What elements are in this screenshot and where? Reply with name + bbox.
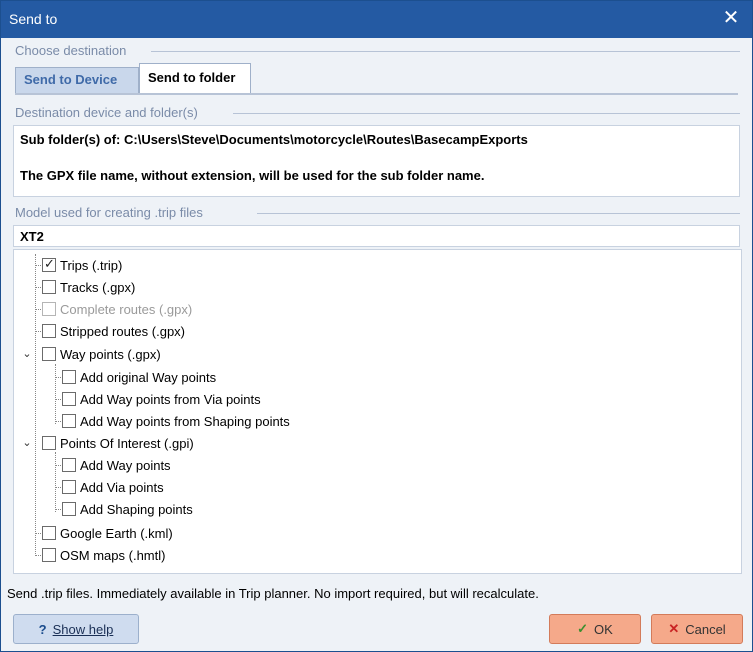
expanded-chevron-icon[interactable]: ⌄ (21, 348, 33, 360)
google-earth-label: Google Earth (.kml) (60, 525, 173, 541)
tab-send-to-folder[interactable]: Send to folder (139, 63, 251, 93)
title-bar: Send to ✕ (1, 1, 752, 38)
complete-routes-checkbox (42, 302, 56, 316)
tree-item-google-earth[interactable]: Google Earth (.kml) (42, 523, 173, 543)
add-way-points-from-via-checkbox[interactable] (62, 392, 76, 406)
tracks-label: Tracks (.gpx) (60, 279, 136, 295)
add-original-way-points-checkbox[interactable] (62, 370, 76, 384)
tree-item-osm-maps[interactable]: OSM maps (.hmtl) (42, 545, 165, 565)
add-way-points-label: Add Way points (80, 457, 171, 473)
add-shaping-points-label: Add Shaping points (80, 501, 193, 517)
trips-label: Trips (.trip) (60, 257, 123, 273)
add-way-points-checkbox[interactable] (62, 458, 76, 472)
tree-item-add-way-points-from-via[interactable]: Add Way points from Via points (62, 389, 261, 409)
add-way-points-from-shaping-checkbox[interactable] (62, 414, 76, 428)
tab-send-to-device[interactable]: Send to Device (15, 67, 139, 93)
tree-item-add-via-points[interactable]: Add Via points (62, 477, 164, 497)
model-label: Model used for creating .trip files (15, 205, 203, 220)
destination-path-text: Sub folder(s) of: C:\Users\Steve\Documen… (20, 132, 528, 147)
expanded-chevron-icon[interactable]: ⌄ (21, 437, 33, 449)
tree-item-add-way-points[interactable]: Add Way points (62, 455, 171, 475)
add-original-way-points-label: Add original Way points (80, 369, 217, 385)
tree-connector (35, 254, 36, 556)
way-points-label: Way points (.gpx) (60, 346, 161, 362)
add-way-points-from-shaping-label: Add Way points from Shaping points (80, 413, 290, 429)
tree-item-way-points[interactable]: Way points (.gpx) (42, 344, 161, 364)
cancel-label: Cancel (685, 621, 726, 637)
destination-device-label: Destination device and folder(s) (15, 105, 198, 120)
show-help-label: Show help (52, 621, 114, 637)
tree-connector (55, 452, 56, 512)
add-shaping-points-checkbox[interactable] (62, 502, 76, 516)
destination-panel: Sub folder(s) of: C:\Users\Steve\Documen… (13, 125, 740, 197)
tree-item-tracks[interactable]: Tracks (.gpx) (42, 277, 135, 297)
tree-item-trips[interactable]: Trips (.trip) (42, 255, 122, 275)
group-divider (257, 213, 740, 214)
cancel-icon: ✕ (668, 621, 680, 636)
help-icon: ? (38, 621, 47, 637)
osm-maps-label: OSM maps (.hmtl) (60, 547, 166, 563)
model-field[interactable]: XT2 (13, 225, 740, 247)
tree-item-stripped-routes[interactable]: Stripped routes (.gpx) (42, 321, 185, 341)
points-of-interest-checkbox[interactable] (42, 436, 56, 450)
tree-item-add-shaping-points[interactable]: Add Shaping points (62, 499, 193, 519)
ok-label: OK (594, 621, 613, 637)
add-way-points-from-via-label: Add Way points from Via points (80, 391, 261, 407)
choose-destination-label: Choose destination (15, 43, 127, 58)
check-icon: ✓ (577, 621, 589, 636)
tree-item-add-way-points-from-shaping[interactable]: Add Way points from Shaping points (62, 411, 290, 431)
group-divider (233, 113, 740, 114)
close-icon[interactable]: ✕ (720, 7, 742, 29)
way-points-checkbox[interactable] (42, 347, 56, 361)
osm-maps-checkbox[interactable] (42, 548, 56, 562)
stripped-routes-checkbox[interactable] (42, 324, 56, 338)
add-via-points-label: Add Via points (80, 479, 164, 495)
tracks-checkbox[interactable] (42, 280, 56, 294)
tree-item-complete-routes: Complete routes (.gpx) (42, 299, 192, 319)
tree-connector (55, 364, 56, 424)
destination-note-text: The GPX file name, without extension, wi… (20, 168, 485, 183)
stripped-routes-label: Stripped routes (.gpx) (60, 323, 186, 339)
output-type-tree: Trips (.trip) Tracks (.gpx) Complete rou… (13, 249, 742, 574)
status-message: Send .trip files. Immediately available … (7, 586, 539, 601)
google-earth-checkbox[interactable] (42, 526, 56, 540)
model-value: XT2 (20, 229, 44, 244)
points-of-interest-label: Points Of Interest (.gpi) (60, 435, 194, 451)
cancel-button[interactable]: ✕ Cancel (651, 614, 743, 644)
group-divider (151, 51, 740, 52)
tab-underline (15, 93, 738, 95)
add-via-points-checkbox[interactable] (62, 480, 76, 494)
send-to-dialog: Send to ✕ Choose destination Send to Dev… (0, 0, 753, 652)
tree-item-points-of-interest[interactable]: Points Of Interest (.gpi) (42, 433, 194, 453)
show-help-button[interactable]: ? Show help (13, 614, 139, 644)
window-title: Send to (9, 11, 58, 27)
tree-item-add-original-way-points[interactable]: Add original Way points (62, 367, 216, 387)
complete-routes-label: Complete routes (.gpx) (60, 301, 193, 317)
ok-button[interactable]: ✓ OK (549, 614, 641, 644)
trips-checkbox[interactable] (42, 256, 56, 272)
